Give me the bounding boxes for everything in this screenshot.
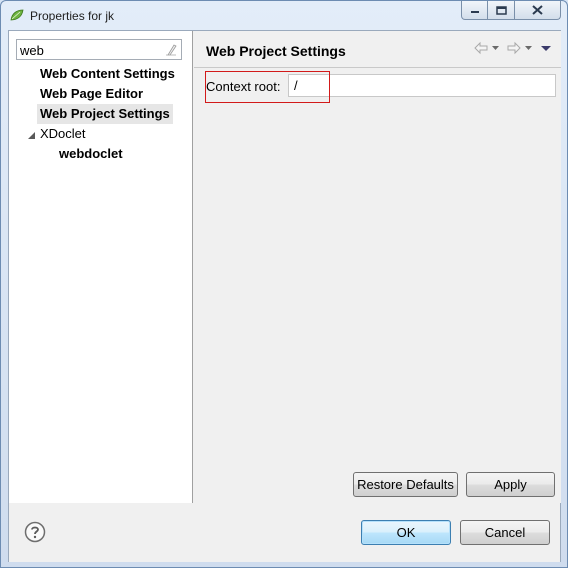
restore-defaults-button[interactable]: Restore Defaults bbox=[353, 472, 458, 497]
page-navigation bbox=[473, 41, 553, 55]
dialog-client-area: web Web Content Settings Web Page Editor… bbox=[8, 30, 561, 562]
tree-item-label: Web Content Settings bbox=[40, 66, 175, 81]
properties-dialog: Properties for jk web Web Content Settin… bbox=[0, 0, 568, 568]
filter-input-value: web bbox=[20, 43, 44, 58]
tree-item-label: Web Project Settings bbox=[40, 106, 170, 121]
back-arrow-icon[interactable] bbox=[473, 41, 489, 55]
window-title: Properties for jk bbox=[30, 9, 115, 23]
title-separator bbox=[194, 67, 561, 68]
maximize-button[interactable] bbox=[488, 1, 515, 20]
tree-item-web-project-settings[interactable]: Web Project Settings bbox=[37, 104, 173, 124]
forward-dropdown-icon[interactable] bbox=[524, 41, 533, 55]
tree-item-label: Web Page Editor bbox=[40, 86, 144, 101]
close-icon bbox=[532, 5, 543, 15]
tree-item-web-page-editor[interactable]: Web Page Editor bbox=[40, 84, 143, 104]
forward-arrow-icon[interactable] bbox=[506, 41, 522, 55]
apply-button[interactable]: Apply bbox=[466, 472, 555, 497]
window-controls bbox=[461, 1, 561, 21]
filter-input[interactable]: web bbox=[16, 39, 182, 60]
tree-item-xdoclet[interactable]: XDoclet bbox=[40, 124, 86, 144]
highlight-annotation bbox=[205, 71, 330, 103]
tree-item-label: webdoclet bbox=[59, 146, 123, 161]
property-page: Web Project Settings Context root: / Res… bbox=[194, 31, 561, 503]
back-dropdown-icon[interactable] bbox=[491, 41, 500, 55]
view-menu-icon[interactable] bbox=[539, 41, 553, 55]
cancel-button[interactable]: Cancel bbox=[460, 520, 550, 545]
maximize-icon bbox=[495, 5, 507, 15]
tree-item-label: XDoclet bbox=[40, 126, 86, 141]
app-leaf-icon bbox=[10, 9, 24, 21]
tree-item-web-content-settings[interactable]: Web Content Settings bbox=[40, 64, 175, 84]
collapse-triangle-icon[interactable] bbox=[27, 131, 36, 140]
ok-button[interactable]: OK bbox=[361, 520, 451, 545]
minimize-button[interactable] bbox=[461, 1, 488, 20]
minimize-icon bbox=[470, 11, 479, 13]
preference-tree-pane: web Web Content Settings Web Page Editor… bbox=[9, 31, 193, 503]
dialog-button-bar: OK Cancel bbox=[9, 504, 560, 562]
title-bar[interactable]: Properties for jk bbox=[1, 1, 567, 31]
tree-item-webdoclet[interactable]: webdoclet bbox=[59, 144, 123, 164]
clear-filter-icon[interactable] bbox=[165, 43, 177, 56]
page-title: Web Project Settings bbox=[206, 43, 346, 59]
close-button[interactable] bbox=[515, 1, 561, 20]
help-icon[interactable] bbox=[24, 521, 46, 543]
